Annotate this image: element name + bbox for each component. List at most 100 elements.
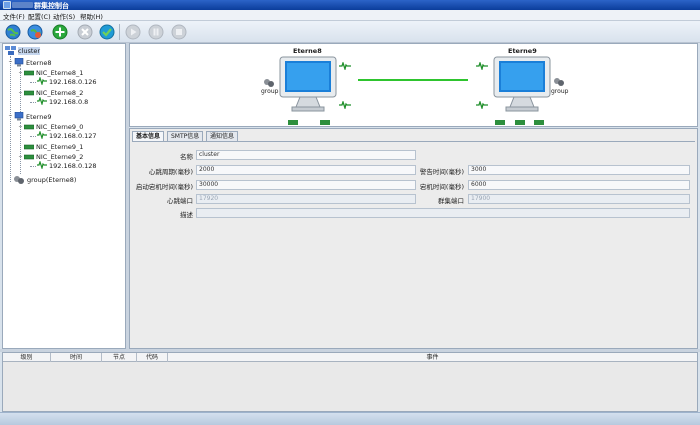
menu-file[interactable]: 文件(F) — [3, 11, 25, 21]
tree-toggle[interactable]: − — [18, 155, 23, 160]
tree-guide — [30, 82, 36, 83]
topology-view: Eterne8 group Eterne9 group — [129, 43, 698, 127]
check-globe-icon — [99, 24, 115, 40]
tree-group[interactable]: group(Eterne8) — [27, 176, 76, 184]
menu-help[interactable]: 帮助(H) — [80, 11, 103, 21]
stop-button[interactable] — [171, 24, 187, 40]
properties-tabs: 基本信息 SMTP信息 通知信息 名称 cluster 心跳周期(毫秒) 200… — [129, 128, 698, 349]
pulse-icon — [339, 99, 351, 111]
nic-card-icon — [495, 119, 505, 127]
refresh-globe-button[interactable] — [27, 24, 43, 40]
menu-config[interactable]: 配置(C) — [28, 11, 51, 21]
title-blurred-prefix — [12, 2, 33, 8]
topo-group-label: group — [551, 88, 569, 95]
tree-nic-eterne9-2[interactable]: NIC_Eterne9_2 — [36, 153, 83, 161]
tree-toggle[interactable]: − — [18, 125, 23, 130]
menu-bar: 文件(F) 配置(C) 动作(S) 帮助(H) — [0, 10, 700, 21]
cluster-port-field[interactable]: 17900 — [468, 194, 690, 204]
title-bar: 群集控制台 — [0, 0, 700, 10]
play-button[interactable] — [125, 24, 141, 40]
tree-toggle[interactable]: − — [18, 71, 23, 76]
tree-toggle[interactable]: − — [8, 114, 13, 119]
check-button[interactable] — [99, 24, 115, 40]
nic-card-icon — [534, 119, 544, 127]
toolbar-separator — [119, 24, 120, 40]
tree-toggle[interactable]: − — [8, 60, 13, 65]
group-icon — [13, 175, 25, 187]
tab-smtp-info[interactable]: SMTP信息 — [167, 131, 204, 141]
down-time-label: 宕机时间(毫秒) — [419, 183, 464, 191]
monitor-icon[interactable] — [278, 55, 338, 115]
nic-card-icon — [320, 119, 330, 127]
nic-icon — [23, 90, 35, 98]
monitor-icon[interactable] — [492, 55, 552, 115]
pause-button[interactable] — [148, 24, 164, 40]
tree-root-cluster[interactable]: cluster — [18, 47, 41, 55]
topo-host-label: Eterne8 — [293, 47, 322, 55]
startup-down-label: 启动宕机时间(毫秒) — [135, 183, 193, 191]
globe-icon — [5, 24, 21, 40]
tree-nic-eterne9-1[interactable]: NIC_Eterne9_1 — [36, 143, 83, 151]
pulse-icon — [339, 60, 351, 72]
log-col-level[interactable]: 级别 — [3, 353, 51, 362]
tree-ip-address[interactable]: 192.168.0.128 — [49, 162, 97, 170]
tree-guide — [30, 102, 36, 103]
warning-time-field[interactable]: 3000 — [468, 165, 690, 175]
tree-ip-address[interactable]: 192.168.0.126 — [49, 78, 97, 86]
log-col-node[interactable]: 节点 — [102, 353, 137, 362]
host-icon — [14, 111, 24, 123]
description-field[interactable] — [196, 208, 690, 218]
add-button[interactable] — [52, 24, 68, 40]
tree-ip-address[interactable]: 192.168.0.127 — [49, 132, 97, 140]
tree-guide — [30, 166, 36, 167]
connect-globe-button[interactable] — [5, 24, 21, 40]
down-time-field[interactable]: 6000 — [468, 180, 690, 190]
event-log-panel: 级别 时间 节点 代码 事件 — [2, 352, 698, 412]
ip-pulse-icon — [37, 130, 47, 141]
ip-pulse-icon — [37, 160, 47, 171]
heartbeat-field[interactable]: 2000 — [196, 165, 416, 175]
tree-ip-address[interactable]: 192.168.0.8 — [49, 98, 88, 106]
topo-group-label: group — [261, 88, 279, 95]
stop-icon — [171, 24, 187, 40]
ip-pulse-icon — [37, 96, 47, 107]
nic-card-icon — [288, 119, 298, 127]
nic-icon — [23, 144, 35, 152]
nic-icon — [23, 70, 35, 78]
log-header: 级别 时间 节点 代码 事件 — [3, 353, 697, 362]
link-line — [358, 79, 468, 81]
menu-action[interactable]: 动作(S) — [53, 11, 75, 21]
pulse-icon — [476, 60, 488, 72]
tree-nic-eterne8-1[interactable]: NIC_Eterne8_1 — [36, 69, 83, 77]
globe-refresh-icon — [27, 24, 43, 40]
play-icon — [125, 24, 141, 40]
tab-notify-info[interactable]: 通知信息 — [206, 131, 239, 141]
cluster-tree-panel: cluster − Eterne8 − NIC_Eterne8_1 192.16… — [2, 43, 126, 349]
warning-time-label: 警告时间(毫秒) — [419, 168, 464, 176]
pause-icon — [148, 24, 164, 40]
plus-icon — [52, 24, 68, 40]
status-bar — [0, 412, 700, 425]
startup-down-field[interactable]: 30000 — [196, 180, 416, 190]
nic-icon — [23, 154, 35, 162]
tree-toggle[interactable]: − — [18, 91, 23, 96]
tree-nic-eterne8-2[interactable]: NIC_Eterne8_2 — [36, 89, 83, 97]
heartbeat-port-field[interactable]: 17920 — [196, 194, 416, 204]
tab-basic-info[interactable]: 基本信息 — [132, 131, 165, 141]
tree-guide — [10, 56, 11, 182]
heartbeat-port-label: 心跳端口 — [167, 197, 193, 205]
tree-host-eterne8[interactable]: Eterne8 — [26, 59, 51, 67]
tree-host-eterne9[interactable]: Eterne9 — [26, 113, 51, 121]
name-field[interactable]: cluster — [196, 150, 416, 160]
log-col-code[interactable]: 代码 — [137, 353, 168, 362]
description-label: 描述 — [180, 211, 193, 219]
heartbeat-label: 心跳周期(毫秒) — [148, 168, 193, 176]
log-col-event[interactable]: 事件 — [168, 353, 697, 362]
basic-info-panel: 名称 cluster 心跳周期(毫秒) 2000 警告时间(毫秒) 3000 启… — [132, 141, 695, 346]
cluster-port-label: 群集端口 — [438, 197, 464, 205]
tree-nic-eterne9-0[interactable]: NIC_Eterne9_0 — [36, 123, 83, 131]
delete-x-icon — [77, 24, 93, 40]
log-col-time[interactable]: 时间 — [51, 353, 102, 362]
delete-button[interactable] — [77, 24, 93, 40]
nic-card-icon — [515, 119, 525, 127]
